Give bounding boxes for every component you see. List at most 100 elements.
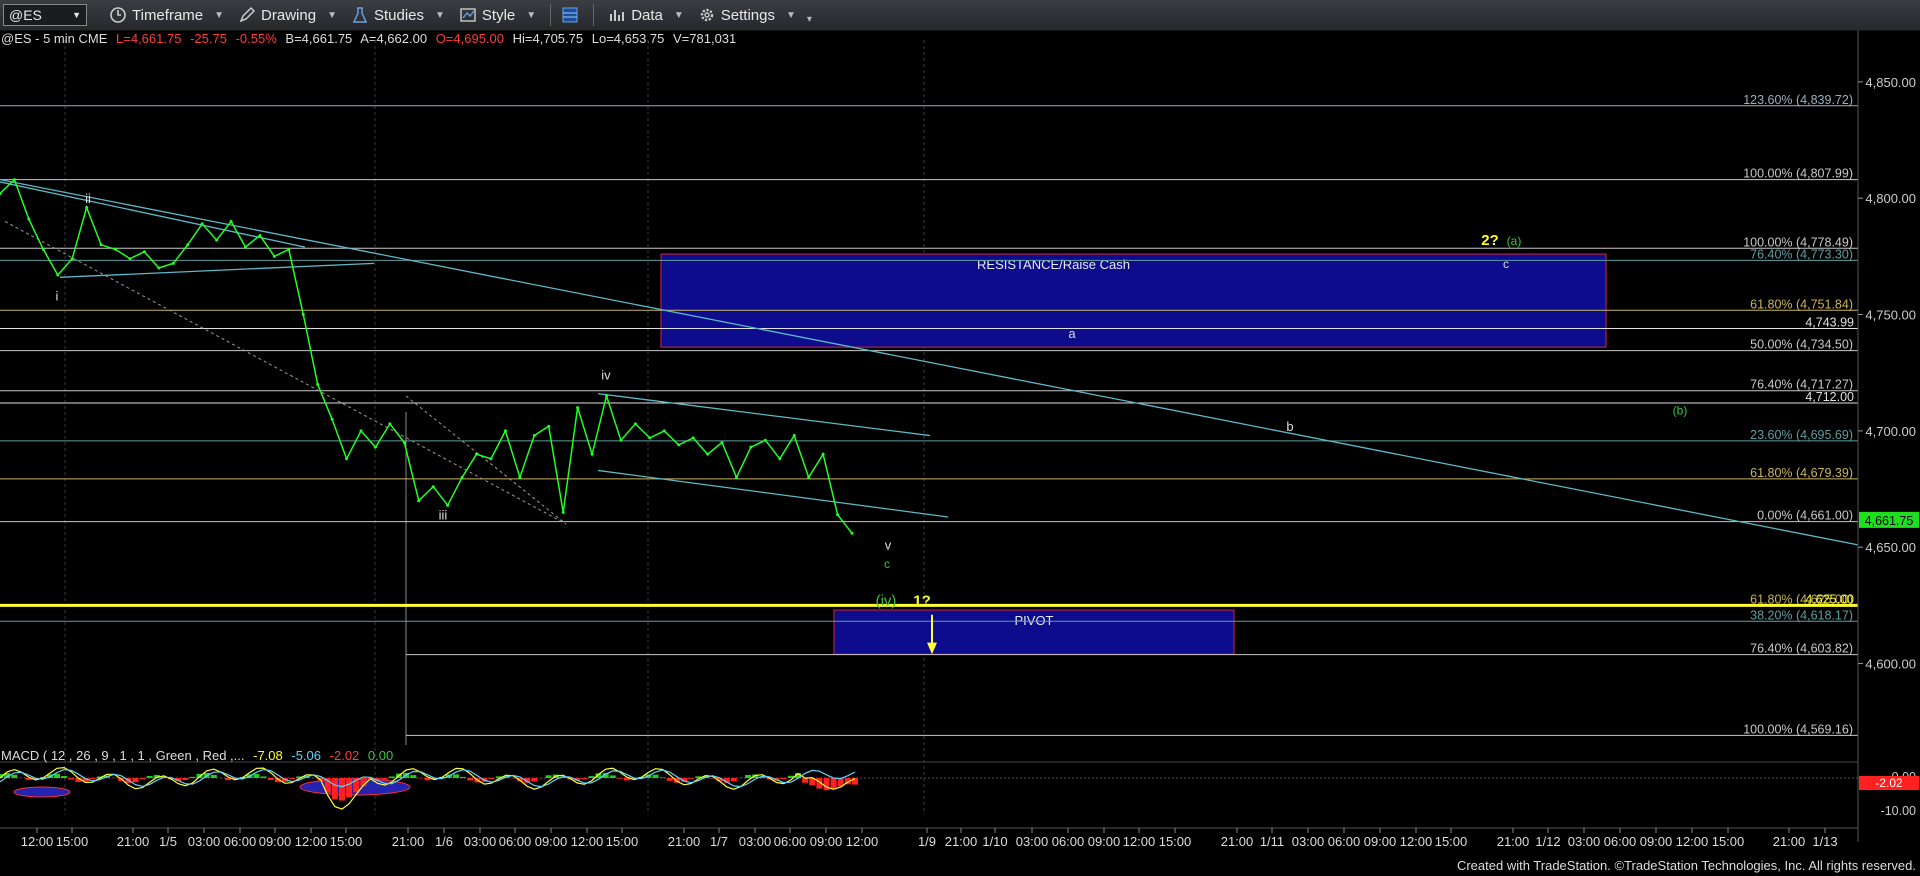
chevron-down-icon: ▼ xyxy=(72,10,81,20)
x-tick-label: 06:00 xyxy=(774,834,807,849)
x-tick-label: 15:00 xyxy=(1712,834,1745,849)
x-tick-label: 03:00 xyxy=(1292,834,1325,849)
low-price: Lo=4,653.75 xyxy=(591,31,665,46)
price-point xyxy=(70,257,74,261)
symbol-selector[interactable]: @ES ▼ xyxy=(3,4,87,26)
chart-style-icon xyxy=(459,6,477,24)
price-point xyxy=(417,499,421,503)
fib-level-label: 100.00% (4,778.49) xyxy=(1743,235,1853,249)
down-arrow-head xyxy=(927,642,937,655)
resistance-zone-label: RESISTANCE/Raise Cash xyxy=(977,257,1130,272)
macd-line xyxy=(0,766,856,810)
x-tick-label: 09:00 xyxy=(1088,834,1121,849)
percent-change: -0.55% xyxy=(235,31,277,46)
price-point xyxy=(114,247,118,251)
price-point xyxy=(503,429,507,433)
price-point xyxy=(272,254,276,258)
trendline xyxy=(59,262,375,278)
x-tick-label: 12:00 xyxy=(21,834,54,849)
volume: V=781,031 xyxy=(673,31,737,46)
price-point xyxy=(807,475,811,479)
price-axis[interactable]: 4,850.00 4,800.00 4,750.00 4,700.00 4,650.00… xyxy=(1857,30,1919,842)
layout-icon xyxy=(561,6,579,24)
data-menu[interactable]: Data ▼ xyxy=(608,6,684,24)
price-point xyxy=(662,429,666,433)
price-point xyxy=(677,443,681,447)
x-tick-label: 1/13 xyxy=(1812,834,1837,849)
time-axis[interactable]: 12:00 15:00 21:00 1/5 03:00 06:00 09:00 12:00 15… xyxy=(0,827,1858,849)
macd-status-line: MACD ( 12 , 26 , 9 , 1 , 1 , Green , Red… xyxy=(1,748,398,763)
ask-price: A=4,662.00 xyxy=(360,31,428,46)
price-point xyxy=(345,457,349,461)
toolbar-divider xyxy=(550,4,552,26)
studies-label: Studies xyxy=(373,6,425,24)
wave-label: a xyxy=(1068,326,1076,341)
drawing-label: Drawing xyxy=(261,6,317,24)
fib-level-label: 100.00% (4,807.99) xyxy=(1743,167,1853,181)
price-point xyxy=(243,245,247,249)
macd-current-box xyxy=(1859,776,1919,790)
high-price: Hi=4,705.75 xyxy=(512,31,584,46)
wave-label: c xyxy=(1503,257,1509,271)
x-tick-label: 03:00 xyxy=(739,834,772,849)
macd-signal: -5.06 xyxy=(291,748,322,763)
macd-label: MACD ( 12 , 26 , 9 , 1 , 1 , Green , Red… xyxy=(1,748,245,763)
price-point xyxy=(85,206,89,210)
drawing-menu[interactable]: Drawing ▼ xyxy=(238,6,337,24)
flask-icon xyxy=(351,6,369,24)
price-point xyxy=(547,424,551,428)
overflow-icon[interactable]: ▾ xyxy=(807,14,812,25)
last-price-box xyxy=(1859,511,1919,528)
price-point xyxy=(128,257,132,261)
price-point xyxy=(142,250,146,254)
trendline xyxy=(597,393,931,437)
y-tick-label: 4,700.00 xyxy=(1865,424,1916,439)
price-point xyxy=(301,313,305,317)
price-point xyxy=(229,219,233,223)
fib-level-label: 123.60% (4,839.72) xyxy=(1743,93,1853,107)
settings-menu[interactable]: Settings ▼ ▾ xyxy=(698,6,812,25)
x-tick-label: 12:00 xyxy=(295,834,328,849)
fib-level-label: 38.20% (4,618.17) xyxy=(1750,608,1853,622)
fib-levels: 123.60% (4,839.72) 100.00% (4,807.99) 100.… xyxy=(0,93,1858,736)
price-point xyxy=(648,436,652,440)
trendline xyxy=(0,181,306,248)
price-point xyxy=(590,452,594,456)
price-chart[interactable]: RESISTANCE/Raise Cash PIVOT 123.60% (4,83… xyxy=(0,0,1920,876)
macd-pane: 0.00 -10.00 -2.02 xyxy=(0,761,1919,818)
price-series xyxy=(0,178,854,535)
price-point xyxy=(41,247,45,251)
price-point xyxy=(720,441,724,445)
x-tick-label: 03:00 xyxy=(464,834,497,849)
price-point xyxy=(99,243,103,247)
price-point xyxy=(792,434,796,438)
x-tick-label: 1/7 xyxy=(710,834,728,849)
fib-level-label: 50.00% (4,734.50) xyxy=(1750,338,1853,352)
trendlines xyxy=(0,178,1859,546)
fib-level-label: 76.40% (4,603.82) xyxy=(1750,642,1853,656)
x-tick-label: 06:00 xyxy=(1052,834,1085,849)
chevron-down-icon: ▼ xyxy=(785,9,796,21)
wave-labels: iiiiiiivvc(iv) 1?2? (a)cab(b) xyxy=(56,191,1687,655)
bid-price: B=4,661.75 xyxy=(285,31,353,46)
macd-axis-label: -10.00 xyxy=(1881,804,1916,818)
price-point xyxy=(56,273,60,277)
fib-level-label: 0.00% (4,661.00) xyxy=(1757,509,1853,523)
x-tick-label: 12:00 xyxy=(846,834,879,849)
price-point xyxy=(215,238,219,242)
price-line xyxy=(0,178,853,534)
timeframe-label: Timeframe xyxy=(132,6,204,24)
layout-button[interactable] xyxy=(561,6,579,24)
price-point xyxy=(778,457,782,461)
studies-menu[interactable]: Studies ▼ xyxy=(351,6,445,24)
gear-icon xyxy=(698,6,716,24)
y-tick-label: 4,800.00 xyxy=(1865,191,1916,206)
price-point xyxy=(388,422,392,426)
x-tick-label: 09:00 xyxy=(1640,834,1673,849)
macd-divergence-marker xyxy=(13,786,71,798)
x-tick-label: 12:00 xyxy=(1123,834,1156,849)
x-tick-label: 1/6 xyxy=(435,834,453,849)
price-point xyxy=(749,445,753,449)
style-menu[interactable]: Style ▼ xyxy=(459,6,536,24)
timeframe-menu[interactable]: Timeframe ▼ xyxy=(109,6,224,24)
